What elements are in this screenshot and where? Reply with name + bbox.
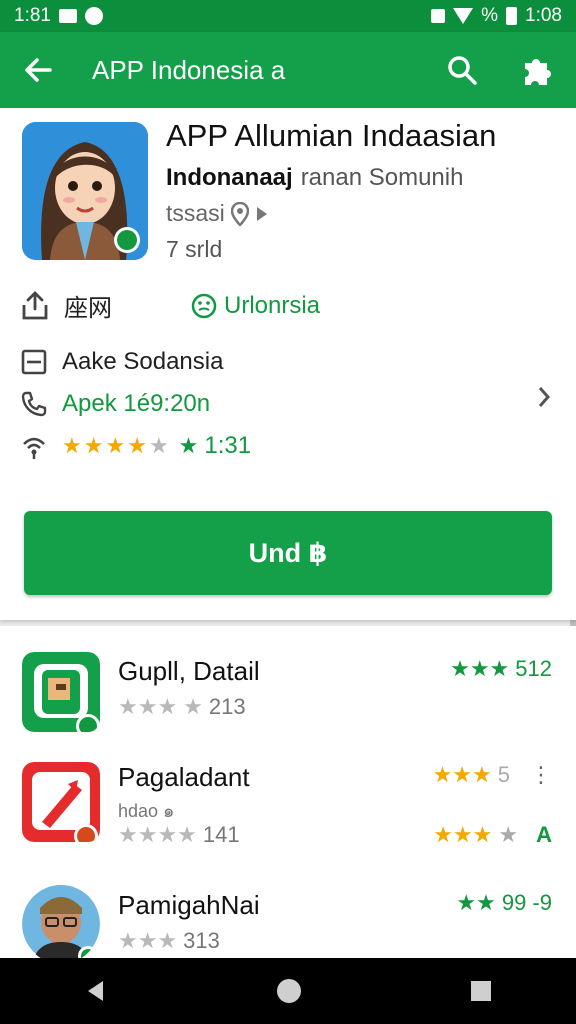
- star-icon: ★: [83, 433, 104, 458]
- back-triangle-icon[interactable]: [83, 978, 109, 1004]
- category-row: Aake Sodansia: [20, 348, 223, 376]
- signal-icon: [23, 437, 45, 459]
- related-apps-list: Gupll, Datail ★★★ ★ 213 ★★★ 512 Pagalada…: [0, 626, 576, 964]
- app-name: PamigahNai: [118, 890, 260, 920]
- developer-row: Indonanaaj ranan Somunih: [166, 164, 463, 192]
- status-bar: 1:81 % 1:08: [0, 0, 576, 32]
- avatar-man-icon: [22, 885, 100, 964]
- app-name: APP Allumian Indaasian: [166, 118, 497, 153]
- install-badge: A: [536, 822, 552, 847]
- star-icon: ★★★★: [118, 822, 197, 847]
- app-name: Gupll, Datail: [118, 656, 260, 686]
- star-icon: ★★★: [118, 928, 178, 953]
- play-icon: [256, 206, 267, 221]
- back-button[interactable]: [0, 32, 76, 108]
- star-icon: ★★★: [433, 822, 493, 847]
- star-icon: ★: [127, 433, 147, 458]
- app-rating: ★★★ 512: [450, 656, 552, 682]
- document-icon: [21, 349, 47, 375]
- app-icon-gupll: [22, 652, 100, 732]
- rating-text: 512: [515, 656, 552, 681]
- developer-name[interactable]: Indonanaaj: [166, 164, 293, 191]
- app-bar: APP Indonesia a: [0, 32, 576, 108]
- location-row: tssasi: [166, 200, 269, 227]
- chevron-right-icon[interactable]: [538, 386, 550, 408]
- wifi-icon: [453, 8, 474, 24]
- star-icon: ★★: [456, 890, 496, 915]
- star-icon: ★★★: [432, 762, 492, 787]
- star-icon: ★: [105, 433, 126, 458]
- app-detail-card: APP Allumian Indaasian Indonanaaj ranan S…: [0, 108, 576, 620]
- app-name: Pagaladant: [118, 762, 250, 792]
- app-size: 7 srld: [166, 236, 223, 262]
- extension-button[interactable]: [500, 32, 576, 108]
- status-label: Urlonrsia: [224, 291, 321, 319]
- app-rating-bottom: ★★★ ★ A: [433, 822, 552, 848]
- app-icon-pagaladant: [22, 762, 100, 842]
- list-item[interactable]: Gupll, Datail ★★★ ★ 213 ★★★ 512: [0, 646, 576, 756]
- phone-label: Apek 1é9:20n: [62, 390, 211, 417]
- share-icon: [22, 290, 48, 319]
- category-label: Aake Sodansia: [62, 348, 224, 375]
- app-meta: ★★★ ★ 213: [118, 694, 246, 720]
- battery-icon: [506, 7, 518, 25]
- notification-icon: [84, 7, 103, 25]
- rating-count: 313: [183, 928, 220, 953]
- developer-subtitle: ranan Somunih: [300, 164, 464, 191]
- system-nav-bar: [0, 958, 576, 1024]
- star-icon: ★★★: [450, 656, 510, 681]
- smile-icon: [191, 293, 217, 318]
- green-star-icon: ★: [178, 433, 199, 458]
- rating-count: 141: [202, 822, 240, 847]
- share-row[interactable]: 座网 Urlonrsia: [20, 288, 320, 323]
- home-circle-icon[interactable]: [274, 976, 304, 1006]
- recents-square-icon[interactable]: [469, 979, 493, 1003]
- star-empty-icon: ★: [148, 433, 169, 458]
- app-rating-top: ★★★ 5 ⋮: [433, 762, 552, 788]
- half-star-icon: ★: [183, 694, 203, 719]
- rating-count: 213: [208, 694, 246, 719]
- search-button[interactable]: [424, 32, 500, 108]
- star-icon: ★★★: [118, 694, 178, 719]
- vibrate-icon: [431, 9, 446, 23]
- phone-icon: [21, 391, 47, 417]
- half-star-icon: ★: [498, 822, 519, 847]
- app-subtitle: hdao ๑: [118, 801, 175, 821]
- app-bar-title: APP Indonesia a: [92, 54, 286, 85]
- rating-stars: ★ ★ ★ ★ ★: [62, 433, 169, 459]
- rating-value: 1:31: [204, 432, 252, 459]
- phone-row[interactable]: Apek 1é9:20n: [20, 390, 210, 418]
- search-icon: [448, 56, 477, 85]
- app-rating: ★★ 99 -9: [456, 890, 552, 916]
- status-clock: 1:08: [525, 5, 562, 26]
- list-item[interactable]: Pagaladant hdao ๑ ★★★★ 141 ★★★ 5 ⋮ ★★★ ★…: [0, 752, 576, 862]
- app-meta: ★★★ 313: [118, 928, 220, 954]
- share-label: 座网: [64, 295, 112, 322]
- rating-text: 99 -9: [501, 890, 552, 915]
- photo-icon: [58, 9, 77, 23]
- location-pin-icon: [230, 201, 249, 226]
- app-icon[interactable]: [22, 122, 148, 260]
- arrow-left-icon: [25, 58, 52, 82]
- rating-row: ★ ★ ★ ★ ★ ★ 1:31: [20, 432, 251, 460]
- battery-percent: %: [481, 5, 499, 26]
- puzzle-icon: [525, 59, 551, 85]
- more-options-icon[interactable]: ⋮: [530, 762, 552, 788]
- install-button[interactable]: Und ฿: [24, 511, 552, 595]
- rating-text: 5: [497, 762, 510, 787]
- status-time: 1:81: [14, 5, 51, 26]
- app-meta: ★★★★ 141: [118, 822, 240, 848]
- avatar-woman-icon: [22, 122, 148, 260]
- star-icon: ★: [62, 433, 82, 458]
- location-text: tssasi: [166, 200, 225, 226]
